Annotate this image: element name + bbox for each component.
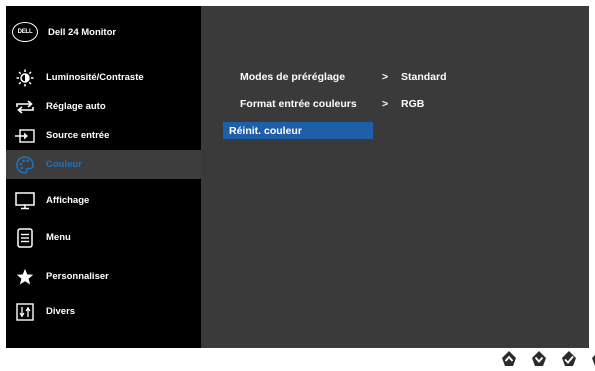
color-palette-icon: [14, 154, 36, 176]
setting-input-color-format[interactable]: Format entrée couleurs > RGB: [240, 96, 424, 112]
setting-name: Modes de préréglage: [240, 71, 346, 83]
confirm-icon[interactable]: [560, 350, 578, 368]
menu-label: Personnaliser: [46, 271, 109, 282]
setting-arrow: >: [382, 71, 389, 83]
dell-logo: DELL: [12, 22, 38, 42]
menu-item-brightness-contrast[interactable]: Luminosité/Contraste: [6, 63, 201, 92]
menu-item-color[interactable]: Couleur: [6, 150, 201, 179]
monitor-osd: DELL Dell 24 Monitor Luminosité/Contrast…: [6, 6, 589, 348]
sidebar: DELL Dell 24 Monitor Luminosité/Contrast…: [6, 6, 201, 348]
menu-icon: [14, 227, 36, 249]
menu-label: Affichage: [46, 195, 90, 206]
brightness-icon: [14, 67, 36, 89]
settings-panel: Modes de préréglage > Standard Format en…: [201, 6, 589, 348]
setting-arrow: >: [382, 98, 389, 110]
sliders-icon: [14, 301, 36, 323]
setting-name: Réinit. couleur: [229, 124, 302, 137]
menu-item-personalize[interactable]: Personnaliser: [6, 262, 201, 291]
menu-label: Menu: [46, 232, 71, 243]
menu-label: Réglage auto: [46, 101, 106, 112]
menu-item-input-source[interactable]: Source entrée: [6, 121, 201, 150]
brand-header: DELL Dell 24 Monitor: [6, 6, 201, 58]
menu-item-others[interactable]: Divers: [6, 297, 201, 326]
setting-reset-color[interactable]: Réinit. couleur: [223, 122, 373, 139]
menu-item-auto-adjust[interactable]: Réglage auto: [6, 92, 201, 121]
auto-adjust-icon: [14, 96, 36, 118]
display-icon: [14, 190, 36, 212]
menu-label: Couleur: [46, 159, 82, 170]
setting-preset-modes[interactable]: Modes de préréglage > Standard: [240, 69, 447, 85]
up-icon[interactable]: [500, 350, 518, 368]
menu-item-menu[interactable]: Menu: [6, 223, 201, 252]
star-icon: [14, 266, 36, 288]
down-icon[interactable]: [530, 350, 548, 368]
setting-name: Format entrée couleurs: [240, 98, 357, 110]
monitor-title: Dell 24 Monitor: [48, 26, 117, 38]
menu-label: Luminosité/Contraste: [46, 72, 144, 83]
setting-value: Standard: [401, 71, 447, 83]
menu-label: Source entrée: [46, 130, 110, 141]
exit-icon[interactable]: [590, 350, 595, 368]
osd-button-bar: [500, 350, 595, 368]
menu-label: Divers: [46, 306, 76, 317]
setting-value: RGB: [401, 98, 425, 110]
input-source-icon: [14, 125, 36, 147]
menu-item-display[interactable]: Affichage: [6, 186, 201, 215]
